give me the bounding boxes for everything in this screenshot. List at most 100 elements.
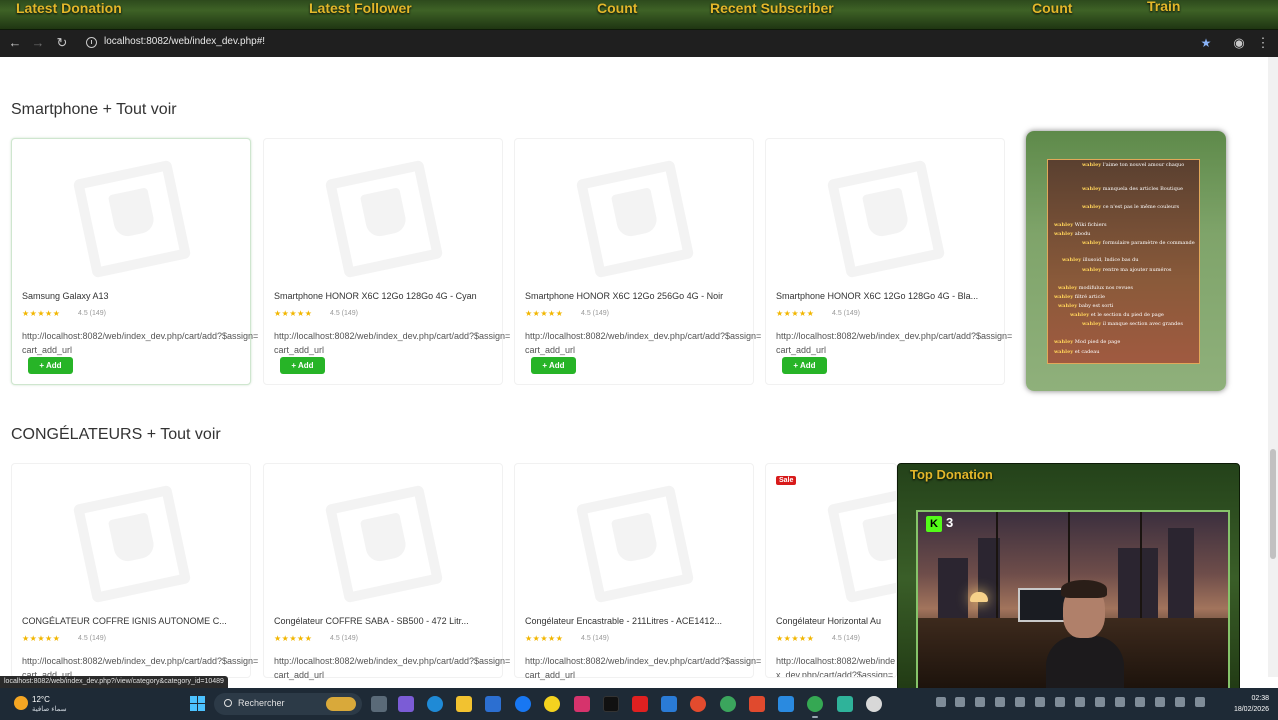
- section-title-smartphone[interactable]: Smartphone + Tout voir: [11, 101, 177, 119]
- tray-app-icon[interactable]: [975, 697, 985, 707]
- add-to-cart-button[interactable]: + Add: [28, 357, 73, 374]
- tray-app-icon[interactable]: [1075, 697, 1085, 707]
- product-rating: 4.5 (149): [581, 310, 610, 317]
- tray-app-icon[interactable]: [1095, 697, 1105, 707]
- product-cart-url: http://localhost:8082/web/index_dev.php/…: [274, 656, 511, 680]
- tray-app-icon[interactable]: [1115, 697, 1125, 707]
- add-to-cart-button[interactable]: + Add: [782, 357, 827, 374]
- back-icon[interactable]: ←: [6, 34, 24, 52]
- tiktok-icon[interactable]: [603, 696, 619, 712]
- scrollbar-thumb[interactable]: [1270, 449, 1276, 559]
- taskbar-search[interactable]: Rechercher: [214, 693, 362, 715]
- product-card[interactable]: Samsung Galaxy A13 ★★★★★ 4.5 (149) http:…: [11, 138, 258, 385]
- chrome-icon[interactable]: [720, 696, 736, 712]
- product-rating: 4.5 (149): [78, 310, 107, 317]
- product-card[interactable]: CONGÉLATEUR COFFRE IGNIS AUTONOME C... ★…: [11, 463, 258, 680]
- product-name[interactable]: Congélateur Horizontal Au: [776, 616, 896, 626]
- tray-app-icon[interactable]: [1015, 697, 1025, 707]
- add-to-cart-button[interactable]: + Add: [280, 357, 325, 374]
- chrome-profile-icon[interactable]: [807, 696, 823, 712]
- windows-taskbar: 12°C سماء صافية Rechercher 02:38 18/02/2…: [0, 688, 1278, 720]
- outlook-icon[interactable]: [661, 696, 677, 712]
- star-rating-icon: ★★★★★: [22, 309, 61, 318]
- chat-message: wahley et le section du pied de page: [1070, 312, 1164, 318]
- facebook-icon[interactable]: [515, 696, 531, 712]
- product-placeholder-image: [816, 484, 896, 604]
- chat-message: wahley illusoid, Indice bas du: [1062, 257, 1139, 263]
- tray-app-icon[interactable]: [1035, 697, 1045, 707]
- search-highlight-icon: [326, 697, 356, 711]
- product-cart-url: http://localhost:8082/web/index_dev.php/…: [525, 331, 762, 355]
- bookmark-star-icon[interactable]: ★: [1197, 34, 1215, 52]
- product-name[interactable]: Smartphone HONOR X6C 12Go 256Go 4G - Noi…: [525, 291, 750, 301]
- product-name[interactable]: Samsung Galaxy A13: [22, 291, 247, 301]
- chat-message: wahley abodu: [1054, 231, 1091, 237]
- tray-app-icon[interactable]: [1135, 697, 1145, 707]
- overlay-count-1: Count: [597, 0, 638, 16]
- product-card[interactable]: Congélateur Encastrable - 211Litres - AC…: [514, 463, 761, 680]
- overlay-train: Train: [1147, 0, 1181, 14]
- vscode-icon[interactable]: [778, 696, 794, 712]
- edge-icon[interactable]: [427, 696, 443, 712]
- app-icon[interactable]: [398, 696, 414, 712]
- reload-icon[interactable]: ↻: [53, 34, 71, 52]
- store-icon[interactable]: [485, 696, 501, 712]
- youtube-icon[interactable]: [632, 696, 648, 712]
- tray-app-icon[interactable]: [1055, 697, 1065, 707]
- chat-message: wahley formulaire paramètre de commande: [1082, 240, 1195, 246]
- overlay-latest-follower: Latest Follower: [309, 0, 412, 16]
- windows-start-icon[interactable]: [190, 696, 206, 712]
- star-rating-icon: ★★★★★: [22, 634, 61, 643]
- sale-badge: Sale: [776, 476, 797, 485]
- product-name[interactable]: Smartphone HONOR X6C 12Go 128Go 4G - Bla…: [776, 291, 1001, 301]
- tray-app-icon[interactable]: [955, 697, 965, 707]
- weather-desc: سماء صافية: [32, 706, 67, 713]
- snapchat-icon[interactable]: [544, 696, 560, 712]
- app-icon-3[interactable]: [866, 696, 882, 712]
- clock-date: 18/02/2026: [1233, 706, 1269, 713]
- site-info-icon[interactable]: [86, 37, 97, 48]
- webcam-feed: K 3: [916, 510, 1230, 690]
- product-card[interactable]: Smartphone HONOR X6C 12Go 128Go 4G - Cya…: [263, 138, 510, 385]
- chat-message: wahley modifulux nos revues: [1058, 285, 1133, 291]
- profile-icon[interactable]: ◉: [1230, 34, 1248, 52]
- product-card[interactable]: Sale Congélateur Horizontal Au ★★★★★ 4.5…: [765, 463, 897, 678]
- wifi-icon[interactable]: [1175, 697, 1185, 707]
- page-scrollbar[interactable]: [1268, 57, 1278, 677]
- volume-icon[interactable]: [1195, 697, 1205, 707]
- chat-message: wahley l'aime ton nouvel amour chaquo: [1082, 162, 1185, 168]
- product-name[interactable]: Smartphone HONOR X6C 12Go 128Go 4G - Cya…: [274, 291, 499, 301]
- taskbar-clock[interactable]: 02:38 18/02/2026: [1225, 693, 1269, 715]
- stream-overlay-bar: Latest Donation Latest Follower Count Re…: [0, 0, 1278, 30]
- top-donation-overlay: Top Donation K 3: [897, 463, 1240, 693]
- add-to-cart-button[interactable]: + Add: [531, 357, 576, 374]
- section-title-congelateurs[interactable]: CONGÉLATEURS + Tout voir: [11, 426, 221, 444]
- address-bar[interactable]: localhost:8082/web/index_dev.php#!: [104, 36, 265, 47]
- chat-message: wahley filtré article: [1054, 294, 1105, 300]
- product-card[interactable]: Smartphone HONOR X6C 12Go 128Go 4G - Bla…: [765, 138, 1012, 385]
- product-name[interactable]: CONGÉLATEUR COFFRE IGNIS AUTONOME C...: [22, 616, 247, 626]
- chat-box: wahley l'aime ton nouvel amour chaquo wa…: [1047, 159, 1200, 364]
- weather-temp: 12°C: [32, 695, 50, 704]
- product-name[interactable]: Congélateur Encastrable - 211Litres - AC…: [525, 616, 750, 626]
- file-explorer-icon[interactable]: [456, 696, 472, 712]
- product-card[interactable]: Smartphone HONOR X6C 12Go 256Go 4G - Noi…: [514, 138, 761, 385]
- forward-icon[interactable]: →: [29, 34, 47, 52]
- star-rating-icon: ★★★★★: [776, 634, 815, 643]
- tray-app-icon[interactable]: [995, 697, 1005, 707]
- tray-chevron-icon[interactable]: [936, 697, 946, 707]
- product-name[interactable]: Congélateur COFFRE SABA - SB500 - 472 Li…: [274, 616, 499, 626]
- brave-icon[interactable]: [749, 696, 765, 712]
- product-placeholder-image: [565, 484, 705, 604]
- star-rating-icon: ★★★★★: [525, 634, 564, 643]
- task-view-icon[interactable]: [371, 696, 387, 712]
- product-card[interactable]: Congélateur COFFRE SABA - SB500 - 472 Li…: [263, 463, 510, 680]
- instagram-icon[interactable]: [574, 696, 590, 712]
- opera-icon[interactable]: [690, 696, 706, 712]
- tray-app-icon[interactable]: [1155, 697, 1165, 707]
- app-icon-2[interactable]: [837, 696, 853, 712]
- product-placeholder-image: [816, 159, 956, 279]
- chat-message: wahley ce n'est pas le même couleurs: [1082, 204, 1180, 210]
- menu-icon[interactable]: ⋮: [1254, 34, 1272, 52]
- search-placeholder: Rechercher: [238, 698, 285, 708]
